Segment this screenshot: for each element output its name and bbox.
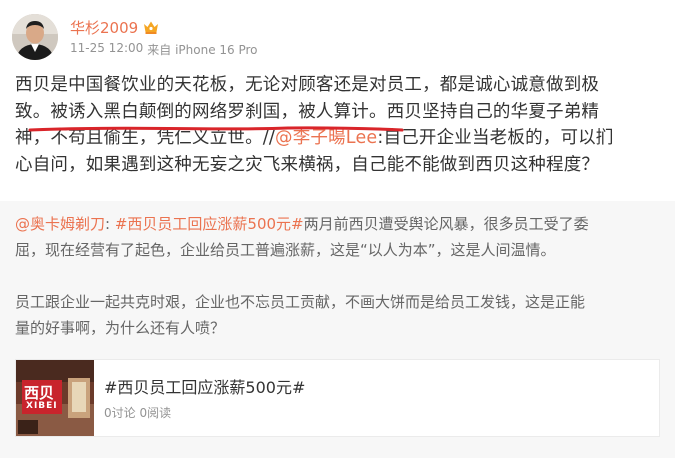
topic-card[interactable]: 西贝 XIBEI #西贝员工回应涨薪500元# 0讨论 0阅读 bbox=[15, 359, 660, 437]
thumb-logo-en: XIBEI bbox=[26, 401, 58, 411]
post-text-fragment: :自己开企业当老板的，可以扪 bbox=[377, 128, 614, 148]
weibo-post: 华杉2009 11-25 12:00 来自 iPhone 16 Pro 西贝是中… bbox=[0, 0, 675, 458]
retweet-author-link[interactable]: @奥卡姆剃刀 bbox=[15, 215, 105, 233]
post-header: 华杉2009 11-25 12:00 来自 iPhone 16 Pro bbox=[12, 14, 258, 64]
post-text-fragment: 西贝坚持自己的华夏子弟精 bbox=[386, 101, 600, 122]
retweet-line: 量的好事啊，为什么还有人喷？ bbox=[15, 319, 226, 337]
retweet-text: @奥卡姆剃刀: #西贝员工回应涨薪500元#两月前西贝遭受舆论风暴，很多员工受了… bbox=[15, 211, 660, 341]
author-name[interactable]: 华杉2009 bbox=[70, 17, 138, 38]
read-count: 0阅读 bbox=[139, 406, 172, 420]
post-text-line: 心自问，如果遇到这种无妄之灾飞来横祸，自己能不能做到西贝这种程度？ bbox=[15, 154, 600, 175]
topic-thumbnail: 西贝 XIBEI bbox=[16, 360, 94, 436]
post-source: 来自 iPhone 16 Pro bbox=[147, 43, 258, 57]
discussion-count: 0讨论 bbox=[104, 406, 136, 420]
post-meta: 11-25 12:00 来自 iPhone 16 Pro bbox=[70, 41, 258, 58]
avatar[interactable] bbox=[12, 14, 58, 60]
post-text-fragment: 致。 bbox=[15, 101, 51, 122]
retweet-line: 屈，现在经营有了起色，企业给员工普遍涨薪，这是“以人为本”，这是人间温情。 bbox=[15, 241, 556, 259]
topic-card-meta: 0讨论 0阅读 bbox=[104, 404, 305, 421]
retweet-line: @奥卡姆剃刀: #西贝员工回应涨薪500元#两月前西贝遭受舆论风暴，很多员工受了… bbox=[15, 211, 660, 237]
post-time[interactable]: 11-25 12:00 bbox=[70, 41, 143, 58]
retweet-text-fragment: 两月前西贝遭受舆论风暴，很多员工受了委 bbox=[303, 215, 589, 233]
topic-link[interactable]: #西贝员工回应涨薪500元# bbox=[115, 215, 304, 233]
red-underline-mark bbox=[28, 126, 404, 132]
retweet-colon: : bbox=[105, 215, 115, 233]
post-text-line: 致。被诱入黑白颠倒的网络罗刹国，被人算计。西贝坚持自己的华夏子弟精 bbox=[15, 99, 663, 126]
topic-card-body: #西贝员工回应涨薪500元# 0讨论 0阅读 bbox=[104, 374, 305, 436]
post-text-line: 西贝是中国餐饮业的天花板，无论对顾客还是对员工，都是诚心诚意做到极 bbox=[15, 75, 600, 95]
vip-crown-icon[interactable] bbox=[142, 19, 160, 35]
thumb-logo-cn: 西贝 bbox=[24, 384, 55, 402]
underlined-sentence: 被诱入黑白颠倒的网络罗刹国，被人算计。 bbox=[50, 101, 387, 122]
author-block: 华杉2009 11-25 12:00 来自 iPhone 16 Pro bbox=[70, 16, 258, 58]
retweet-block[interactable]: @奥卡姆剃刀: #西贝员工回应涨薪500元#两月前西贝遭受舆论风暴，很多员工受了… bbox=[0, 201, 675, 458]
topic-card-title[interactable]: #西贝员工回应涨薪500元# bbox=[104, 374, 305, 398]
retweet-line: 员工跟企业一起共克时艰，企业也不忘员工贡献，不画大饼而是给员工发钱，这是正能 bbox=[15, 293, 586, 311]
